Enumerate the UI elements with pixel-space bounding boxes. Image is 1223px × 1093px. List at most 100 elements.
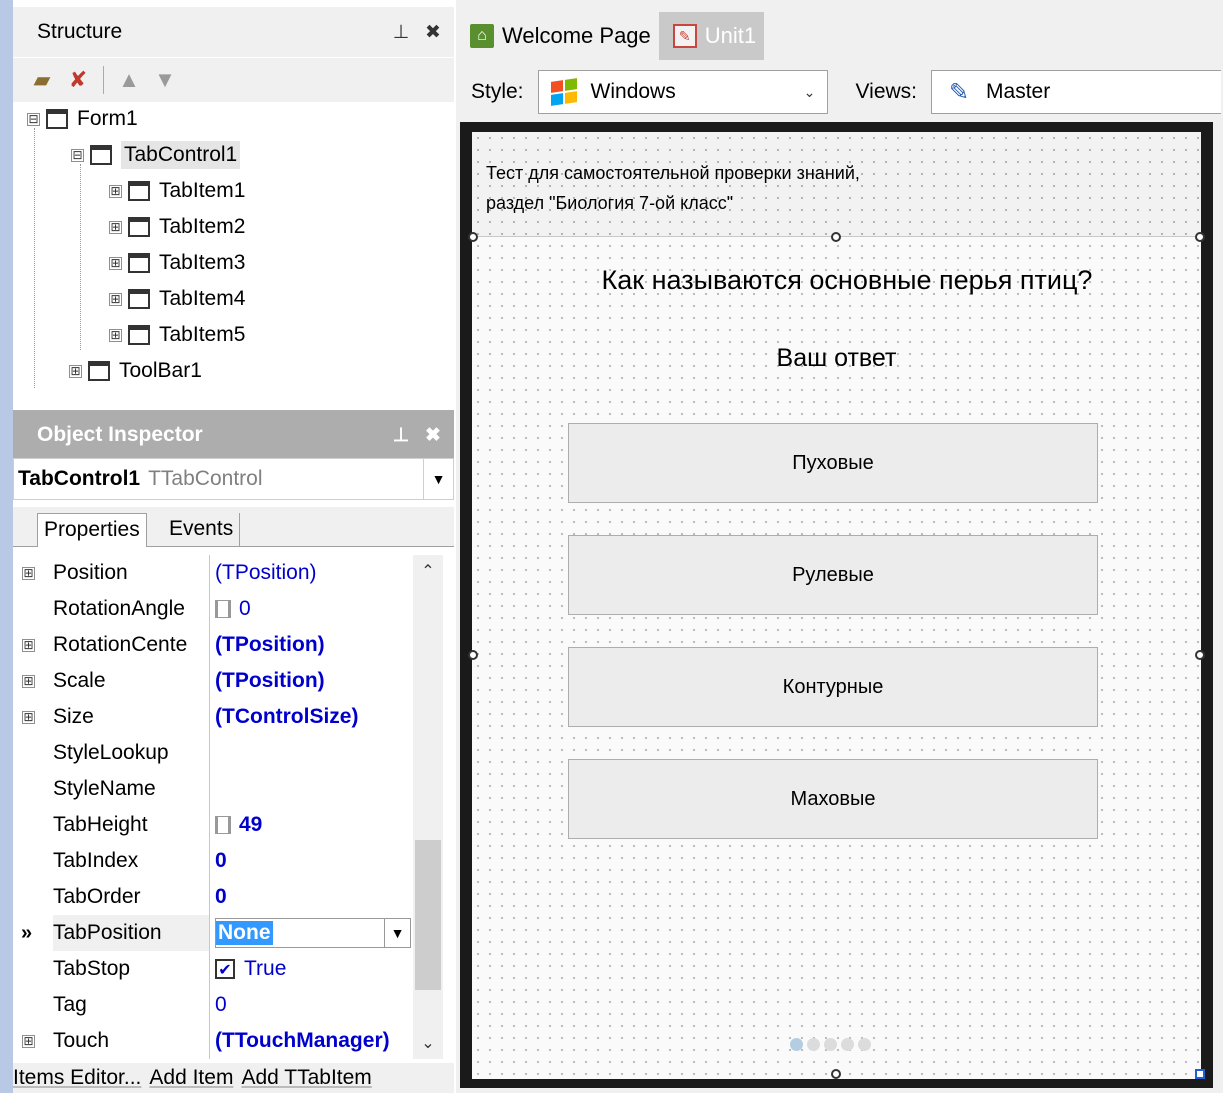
property-row-rotationcenter[interactable]: ⊞ RotationCente (TPosition) [13, 627, 413, 663]
property-row-scale[interactable]: ⊞ Scale (TPosition) [13, 663, 413, 699]
move-up-icon[interactable]: ▲ [114, 65, 144, 95]
selection-handle[interactable] [831, 232, 841, 242]
property-value-cell[interactable]: 49 [210, 807, 413, 843]
form-canvas[interactable]: Тест для самостоятельной проверки знаний… [468, 132, 1205, 1079]
answer-button-1[interactable]: Пуховые [568, 423, 1098, 503]
property-grid-scrollbar[interactable]: ⌃ ⌄ [413, 555, 443, 1059]
chevron-down-icon[interactable]: ▼ [384, 919, 410, 947]
property-row-stylelookup[interactable]: StyleLookup [13, 735, 413, 771]
items-editor-link[interactable]: Items Editor... [13, 1066, 141, 1090]
property-value[interactable]: (TTouchManager) [210, 1023, 413, 1059]
property-row-touch[interactable]: ⊞ Touch (TTouchManager) [13, 1023, 413, 1059]
add-tabitem-link[interactable]: Add TTabItem [241, 1066, 371, 1090]
property-row-tabindex[interactable]: TabIndex 0 [13, 843, 413, 879]
tree-node-form1[interactable]: ⊟ Form1 [27, 102, 138, 136]
expand-icon[interactable]: ⊞ [22, 710, 35, 724]
spin-edit-icon[interactable] [215, 816, 231, 834]
property-value-cell[interactable]: 0 [210, 591, 413, 627]
answer-button-4[interactable]: Маховые [568, 759, 1098, 839]
selection-handle[interactable] [468, 232, 478, 242]
component-selector[interactable]: TabControl1 TTabControl ▼ [13, 458, 454, 500]
expand-icon[interactable]: ⊞ [22, 1034, 35, 1048]
property-value[interactable]: (TPosition) [210, 555, 413, 591]
tree-node-toolbar1[interactable]: ⊞ ToolBar1 [69, 354, 202, 388]
property-row-stylename[interactable]: StyleName [13, 771, 413, 807]
property-value[interactable]: None [216, 921, 273, 945]
selection-handle[interactable] [831, 1069, 841, 1079]
selection-handle[interactable] [1195, 232, 1205, 242]
delete-component-icon[interactable]: ✘ [63, 65, 93, 95]
page-dot[interactable] [807, 1038, 820, 1051]
property-row-size[interactable]: ⊞ Size (TControlSize) [13, 699, 413, 735]
expand-icon[interactable]: ⊞ [109, 292, 122, 306]
property-value[interactable] [210, 735, 413, 771]
expand-icon[interactable]: ⊞ [22, 674, 35, 688]
tab-events[interactable]: Events [163, 513, 241, 547]
tree-node-tabitem2[interactable]: ⊞ TabItem2 [109, 210, 245, 244]
selection-handle[interactable] [468, 650, 478, 660]
active-row-marker: » [21, 921, 33, 944]
page-dot[interactable] [824, 1038, 837, 1051]
structure-tree[interactable]: ⊟ Form1 ⊟ TabControl1 ⊞ TabItem1 ⊞ TabIt… [13, 102, 454, 402]
style-combo[interactable]: Windows ⌄ [537, 70, 828, 114]
tree-node-tabitem5[interactable]: ⊞ TabItem5 [109, 318, 245, 352]
expand-icon[interactable]: ⊞ [109, 220, 122, 234]
tree-node-tabitem1[interactable]: ⊞ TabItem1 [109, 174, 245, 208]
property-value-cell[interactable]: ✔ True [210, 951, 413, 987]
property-row-position[interactable]: ⊞ Position (TPosition) [13, 555, 413, 591]
expand-icon[interactable]: ⊞ [69, 364, 82, 378]
expand-icon[interactable]: ⊞ [109, 256, 122, 270]
add-item-link[interactable]: Add Item [149, 1066, 233, 1090]
tab-unit1[interactable]: ✎ Unit1 [658, 12, 765, 60]
checkbox-checked-icon[interactable]: ✔ [215, 959, 235, 979]
page-dot[interactable] [841, 1038, 854, 1051]
property-row-rotationangle[interactable]: RotationAngle 0 [13, 591, 413, 627]
add-component-icon[interactable]: ▰ [27, 65, 57, 95]
tree-node-tabitem4[interactable]: ⊞ TabItem4 [109, 282, 245, 316]
pin-icon[interactable]: ⊥ [390, 21, 412, 44]
tab-welcome-page[interactable]: ⌂ Welcome Page [456, 12, 659, 60]
page-dot[interactable] [858, 1038, 871, 1051]
answer-button-2[interactable]: Рулевые [568, 535, 1098, 615]
toolbar1-component[interactable]: Тест для самостоятельной проверки знаний… [472, 132, 1201, 237]
answer-button-3[interactable]: Контурные [568, 647, 1098, 727]
property-value[interactable]: 0 [210, 987, 413, 1023]
property-value[interactable]: (TPosition) [210, 663, 413, 699]
property-row-tag[interactable]: Tag 0 [13, 987, 413, 1023]
tab-properties[interactable]: Properties [37, 513, 147, 547]
property-row-tabheight[interactable]: TabHeight 49 [13, 807, 413, 843]
property-value[interactable]: 0 [210, 879, 413, 915]
tabposition-combo[interactable]: None ▼ [215, 918, 411, 948]
close-icon[interactable]: ✖ [422, 424, 444, 447]
scroll-up-icon[interactable]: ⌃ [413, 561, 443, 585]
expand-icon[interactable]: ⊞ [109, 328, 122, 342]
expand-icon[interactable]: ⊞ [22, 566, 35, 580]
property-value[interactable]: (TPosition) [210, 627, 413, 663]
page-dot[interactable] [790, 1038, 803, 1051]
selection-handle[interactable] [1195, 1069, 1205, 1079]
selection-handle[interactable] [1195, 650, 1205, 660]
tab-page-indicator[interactable] [790, 1038, 871, 1051]
tree-node-tabitem3[interactable]: ⊞ TabItem3 [109, 246, 245, 280]
spin-edit-icon[interactable] [215, 600, 231, 618]
chevron-down-icon[interactable]: ⌄ [793, 84, 827, 101]
chevron-down-icon[interactable]: ▼ [423, 459, 453, 499]
expand-icon[interactable]: ⊞ [109, 184, 122, 198]
property-value[interactable]: 0 [210, 843, 413, 879]
collapse-icon[interactable]: ⊟ [71, 148, 84, 162]
property-value[interactable] [210, 771, 413, 807]
property-row-taborder[interactable]: TabOrder 0 [13, 879, 413, 915]
move-down-icon[interactable]: ▼ [150, 65, 180, 95]
property-value-cell[interactable]: None ▼ [210, 915, 413, 951]
property-value[interactable]: (TControlSize) [210, 699, 413, 735]
property-row-tabstop[interactable]: TabStop ✔ True [13, 951, 413, 987]
scroll-thumb[interactable] [415, 840, 441, 990]
expand-icon[interactable]: ⊞ [22, 638, 35, 652]
views-combo[interactable]: ✎ Master [931, 70, 1222, 114]
close-icon[interactable]: ✖ [422, 21, 444, 44]
pin-icon[interactable]: ⊥ [390, 424, 412, 447]
tree-node-tabcontrol1[interactable]: ⊟ TabControl1 [71, 138, 241, 172]
scroll-down-icon[interactable]: ⌄ [413, 1033, 443, 1057]
property-row-tabposition[interactable]: » TabPosition None ▼ [13, 915, 413, 951]
collapse-icon[interactable]: ⊟ [27, 112, 40, 126]
